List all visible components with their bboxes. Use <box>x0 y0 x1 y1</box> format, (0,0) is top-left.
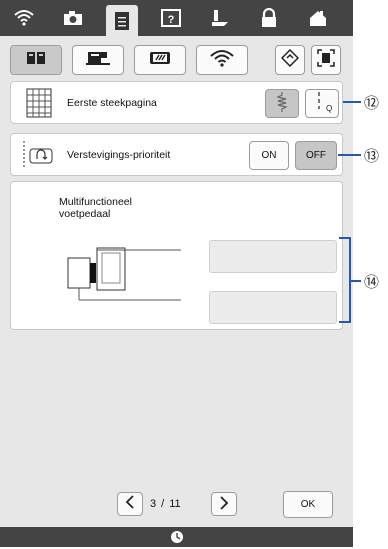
callout-14: ⑭ <box>364 274 380 291</box>
callout-lines <box>338 101 361 323</box>
callout-12: ⑫ <box>364 95 380 112</box>
callout-13: ⑬ <box>364 148 380 165</box>
